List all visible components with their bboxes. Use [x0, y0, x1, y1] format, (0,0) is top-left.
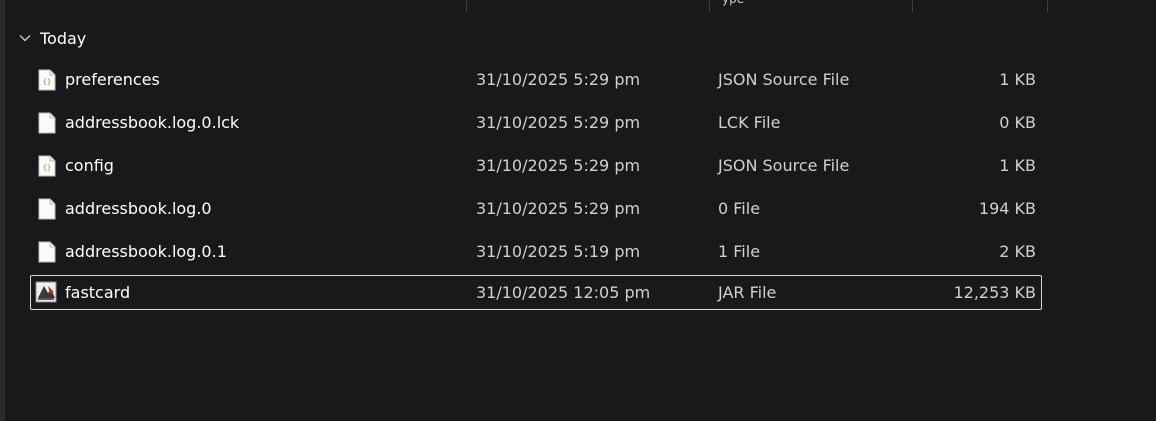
- file-name: addressbook.log.0: [65, 199, 212, 218]
- navigation-pane-edge: [0, 0, 5, 421]
- file-name: addressbook.log.0.lck: [65, 113, 240, 132]
- file-row-addressbook-log-0-lck[interactable]: addressbook.log.0.lck 31/10/2025 5:29 pm…: [30, 105, 1042, 140]
- svg-text:{}: {}: [43, 78, 51, 86]
- file-row-fastcard[interactable]: fastcard 31/10/2025 12:05 pm JAR File 12…: [30, 275, 1042, 310]
- file-date-modified: 31/10/2025 5:29 pm: [476, 199, 641, 218]
- chevron-down-icon: [19, 35, 31, 42]
- file-date-modified: 31/10/2025 5:29 pm: [476, 70, 641, 89]
- column-divider-name-date[interactable]: [466, 0, 467, 12]
- jar-file-icon: [35, 281, 57, 303]
- file-type: 0 File: [718, 199, 761, 218]
- group-label: Today: [40, 28, 87, 48]
- file-type: JSON Source File: [718, 70, 850, 89]
- file-size: 194 KB: [978, 199, 1036, 218]
- file-size: 1 KB: [999, 70, 1036, 89]
- column-divider-date-type[interactable]: [709, 0, 710, 12]
- file-date-modified: 31/10/2025 5:29 pm: [476, 113, 641, 132]
- json-file-icon: {}: [38, 69, 56, 91]
- file-type: JAR File: [718, 283, 777, 302]
- file-name: config: [65, 156, 114, 175]
- file-row-preferences[interactable]: {} preferences 31/10/2025 5:29 pm JSON S…: [30, 62, 1042, 97]
- file-size: 12,253 KB: [953, 283, 1036, 302]
- file-size: 0 KB: [999, 113, 1036, 132]
- group-header-today[interactable]: Today: [18, 26, 86, 50]
- file-row-addressbook-log-0[interactable]: addressbook.log.0 31/10/2025 5:29 pm 0 F…: [30, 191, 1042, 226]
- blank-file-icon: [38, 112, 56, 134]
- file-type: LCK File: [718, 113, 781, 132]
- file-date-modified: 31/10/2025 5:29 pm: [476, 156, 641, 175]
- file-date-modified: 31/10/2025 5:19 pm: [476, 242, 641, 261]
- file-size: 1 KB: [999, 156, 1036, 175]
- file-type: 1 File: [718, 242, 761, 261]
- column-divider-size-end[interactable]: [1047, 0, 1048, 12]
- file-row-config[interactable]: {} config 31/10/2025 5:29 pm JSON Source…: [30, 148, 1042, 183]
- svg-text:{}: {}: [43, 164, 51, 172]
- column-header-type[interactable]: ype: [722, 0, 744, 6]
- file-name: addressbook.log.0.1: [65, 242, 227, 261]
- file-type: JSON Source File: [718, 156, 850, 175]
- blank-file-icon: [38, 198, 56, 220]
- json-file-icon: {}: [38, 155, 56, 177]
- column-divider-type-size[interactable]: [912, 0, 913, 12]
- file-size: 2 KB: [999, 242, 1036, 261]
- file-row-addressbook-log-0-1[interactable]: addressbook.log.0.1 31/10/2025 5:19 pm 1…: [30, 234, 1042, 269]
- file-name: fastcard: [65, 283, 131, 302]
- file-name: preferences: [65, 70, 160, 89]
- file-list-pane: ype Today {} preferences 31/10/2025 5:29…: [0, 0, 1156, 421]
- file-date-modified: 31/10/2025 12:05 pm: [476, 283, 651, 302]
- blank-file-icon: [38, 241, 56, 263]
